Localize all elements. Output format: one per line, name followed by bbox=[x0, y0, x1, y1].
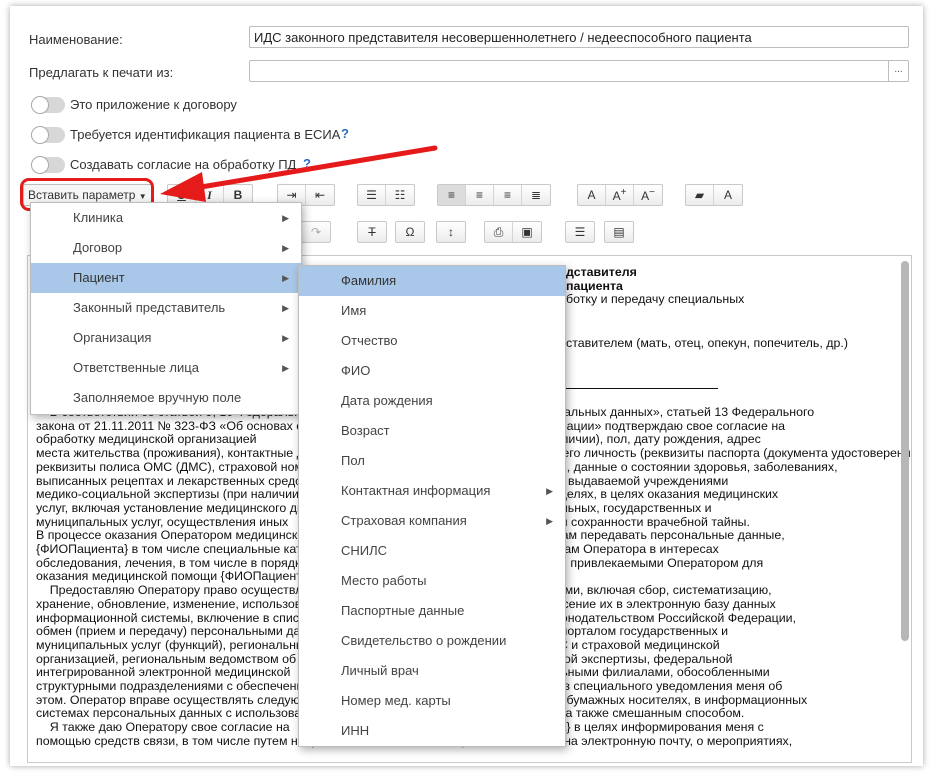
menu-item-legal-representative[interactable]: Законный представитель ▶ bbox=[31, 293, 301, 323]
align-justify-button[interactable]: ≣ bbox=[522, 185, 550, 205]
submenu-item-personal-doctor[interactable]: Личный врач bbox=[299, 656, 565, 686]
menu-item-organization[interactable]: Организация ▶ bbox=[31, 323, 301, 353]
submenu-item-age[interactable]: Возраст bbox=[299, 416, 565, 446]
submenu-item-birth-date[interactable]: Дата рождения bbox=[299, 386, 565, 416]
print-from-label: Предлагать к печати из: bbox=[29, 65, 174, 80]
submenu-item-insurance-company[interactable]: Страховая компания ▶ bbox=[299, 506, 565, 536]
print-button[interactable]: ⎙ bbox=[485, 222, 513, 242]
line-spacing-group: ↕ bbox=[436, 221, 466, 243]
font-plain-button[interactable]: A bbox=[578, 185, 606, 205]
align-right-icon: ≡ bbox=[503, 188, 511, 202]
align-center-button[interactable]: ≡ bbox=[466, 185, 494, 205]
save-button[interactable]: ▤ bbox=[605, 222, 633, 242]
insert-parameter-menu: Клиника ▶ Договор ▶ Пациент ▶ Законный пред… bbox=[30, 202, 302, 415]
font-icon: A bbox=[587, 188, 596, 202]
select-button[interactable]: ... bbox=[888, 60, 908, 82]
toggle-create-consent[interactable] bbox=[31, 156, 65, 174]
redo-button[interactable]: ↷ bbox=[302, 222, 330, 242]
toggle-esia-identification[interactable] bbox=[31, 126, 65, 144]
redo-group: ↷ bbox=[301, 221, 331, 243]
submenu-item-contact-info[interactable]: Контактная информация ▶ bbox=[299, 476, 565, 506]
paint-roller-icon: ▰ bbox=[694, 188, 705, 202]
submenu-item-patronymic[interactable]: Отчество bbox=[299, 326, 565, 356]
font-smaller-button[interactable]: A− bbox=[634, 185, 662, 205]
name-field[interactable]: ИДС законного представителя несовершенно… bbox=[249, 26, 909, 48]
submenu-item-passport[interactable]: Паспортные данные bbox=[299, 596, 565, 626]
font-color-icon: A bbox=[723, 188, 732, 202]
omega-icon: Ω bbox=[405, 225, 415, 239]
format-painter-button[interactable]: ▰ bbox=[686, 185, 714, 205]
toggle-knob bbox=[31, 126, 49, 144]
doc-line: ботку и передачу специальных bbox=[566, 292, 745, 306]
chevron-right-icon: ▶ bbox=[282, 273, 289, 283]
chevron-right-icon: ▶ bbox=[282, 213, 289, 223]
strike-group: T bbox=[357, 221, 387, 243]
doc-header-right: дставителя пациента bbox=[566, 265, 637, 293]
chevron-right-icon: ▶ bbox=[282, 363, 289, 373]
list-icon: ☰ bbox=[574, 225, 586, 239]
red-arrow-annotation bbox=[160, 145, 438, 202]
submenu-item-first-name[interactable]: Имя bbox=[299, 296, 565, 326]
toggle-contract-attachment-label: Это приложение к договору bbox=[70, 97, 237, 112]
align-group: ≡ ≡ ≡ ≣ bbox=[437, 184, 551, 206]
chevron-right-icon: ▶ bbox=[282, 243, 289, 253]
chevron-right-icon: ▶ bbox=[282, 333, 289, 343]
font-color-button[interactable]: A bbox=[714, 185, 742, 205]
redo-icon: ↷ bbox=[310, 225, 322, 239]
line-spacing-button[interactable]: ↕ bbox=[437, 222, 465, 242]
print-group: ⎙ ▣ bbox=[484, 221, 542, 243]
toggle-knob bbox=[31, 156, 49, 174]
doc-title-line: дставителя bbox=[566, 265, 637, 279]
floppy-disk-icon: ▤ bbox=[613, 225, 625, 239]
align-right-button[interactable]: ≡ bbox=[494, 185, 522, 205]
menu-item-clinic[interactable]: Клиника ▶ bbox=[31, 203, 301, 233]
submenu-item-full-name[interactable]: ФИО bbox=[299, 356, 565, 386]
toggle-contract-attachment[interactable] bbox=[31, 96, 65, 114]
preview-icon: ▣ bbox=[521, 225, 533, 239]
vertical-scrollbar[interactable] bbox=[901, 261, 909, 641]
save-group: ▤ bbox=[604, 221, 634, 243]
font-size-group: A A+ A− bbox=[577, 184, 663, 206]
name-label: Наименование: bbox=[29, 32, 123, 47]
submenu-item-gender[interactable]: Пол bbox=[299, 446, 565, 476]
submenu-item-workplace[interactable]: Место работы bbox=[299, 566, 565, 596]
special-char-group: Ω bbox=[395, 221, 425, 243]
submenu-item-birth-certificate[interactable]: Свидетельство о рождении bbox=[299, 626, 565, 656]
form-window: Наименование: ИДС законного представител… bbox=[10, 6, 923, 766]
list-settings-group: ☰ bbox=[565, 221, 595, 243]
chevron-right-icon: ▶ bbox=[546, 486, 553, 496]
printer-icon: ⎙ bbox=[493, 224, 504, 239]
menu-item-contract[interactable]: Договор ▶ bbox=[31, 233, 301, 263]
preview-button[interactable]: ▣ bbox=[513, 222, 541, 242]
strikethrough-button[interactable]: T bbox=[358, 222, 386, 242]
submenu-item-inn[interactable]: ИНН bbox=[299, 716, 565, 746]
doc-subtitle-right: ботку и передачу специальных bbox=[566, 292, 745, 307]
menu-item-patient[interactable]: Пациент ▶ bbox=[31, 263, 301, 293]
doc-line: ставителем (мать, отец, опекун, попечите… bbox=[566, 336, 848, 350]
special-char-button[interactable]: Ω bbox=[396, 222, 424, 242]
font-bigger-button[interactable]: A+ bbox=[606, 185, 634, 205]
strikethrough-icon: T bbox=[368, 225, 376, 239]
submenu-item-medical-card-number[interactable]: Номер мед. карты bbox=[299, 686, 565, 716]
font-smaller-icon: A− bbox=[641, 187, 655, 203]
signature-line bbox=[566, 388, 718, 389]
menu-item-manual-field[interactable]: Заполняемое вручную поле bbox=[31, 383, 301, 413]
menu-item-responsible-persons[interactable]: Ответственные лица ▶ bbox=[31, 353, 301, 383]
toggle-knob bbox=[31, 96, 49, 114]
align-justify-icon: ≣ bbox=[530, 188, 542, 202]
submenu-item-surname[interactable]: Фамилия bbox=[299, 266, 565, 296]
chevron-right-icon: ▶ bbox=[546, 516, 553, 526]
print-from-field[interactable]: ... bbox=[249, 60, 909, 82]
format-group: ▰ A bbox=[685, 184, 743, 206]
list-settings-button[interactable]: ☰ bbox=[566, 222, 594, 242]
patient-submenu: Фамилия Имя Отчество ФИО Дата рождения В… bbox=[298, 265, 566, 747]
font-bigger-icon: A+ bbox=[612, 187, 627, 203]
align-center-icon: ≡ bbox=[475, 188, 483, 202]
chevron-right-icon: ▶ bbox=[282, 303, 289, 313]
line-spacing-icon: ↕ bbox=[448, 225, 454, 239]
submenu-item-snils[interactable]: СНИЛС bbox=[299, 536, 565, 566]
